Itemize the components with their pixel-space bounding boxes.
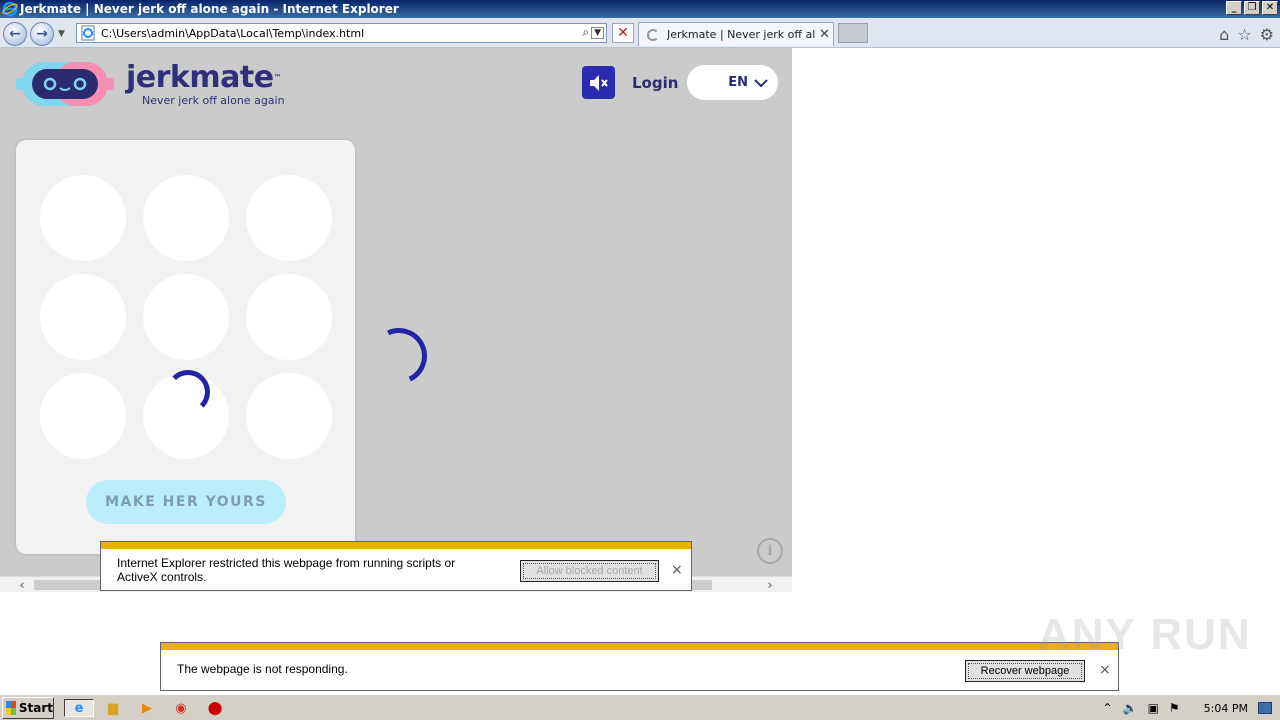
tab-close-icon[interactable]: ✕ [819,27,830,42]
show-desktop-icon[interactable] [1258,702,1272,714]
page-viewport: jerkmate™ Never jerk off alone again Log… [0,48,792,576]
avatar-grid-card: MAKE HER YOURS [16,140,355,554]
minimize-button[interactable]: _ [1226,1,1242,15]
taskbar-folder-icon[interactable]: ▆ [102,699,124,717]
tab-label: Jerkmate | Never jerk off alo... [667,28,815,41]
allow-blocked-content-button[interactable]: Allow blocked content [520,560,659,582]
search-icon[interactable]: ⌕ [582,25,589,40]
loading-spinner-large [363,320,435,392]
logo-wordmark: jerkmate™ [126,59,282,95]
infobar-message: Internet Explorer restricted this webpag… [117,556,456,584]
taskbar-media-player-icon[interactable]: ▶ [136,699,158,717]
taskbar: Start e ▆ ▶ ◉ ⬤ ⌃ 🔈 ▣ ⚑ 5:04 PM [0,694,1280,720]
avatar-placeholder[interactable] [40,373,126,459]
clock[interactable]: 5:04 PM [1204,702,1248,715]
window-titlebar: Jerkmate | Never jerk off alone again - … [0,0,1280,18]
stop-button[interactable]: ✕ [612,23,634,43]
login-link[interactable]: Login [632,74,678,92]
not-responding-infobar: The webpage is not responding. Recover w… [160,642,1119,691]
arrow-left-icon: ← [9,26,21,42]
taskbar-ie-icon[interactable]: e [64,699,94,717]
logo-tagline: Never jerk off alone again [142,93,285,107]
info-icon[interactable]: i [757,538,783,564]
robot-mascot-icon [16,62,114,106]
home-icon[interactable]: ⌂ [1219,25,1229,44]
chevron-down-icon [754,78,768,87]
start-label: Start [18,701,53,715]
infobar-close-icon[interactable]: × [1099,662,1111,678]
browser-navbar: ← → ▼ C:\Users\admin\AppData\Local\Temp\… [0,18,1280,48]
windows-logo-icon [6,701,16,715]
blank-area [792,48,1280,592]
language-selector[interactable]: EN [687,65,778,100]
avatar-placeholder[interactable] [40,274,126,360]
ie-page-icon [81,25,95,41]
new-tab-button[interactable] [838,23,868,43]
tray-expand-icon[interactable]: ⌃ [1103,701,1113,715]
avatar-placeholder[interactable] [246,274,332,360]
site-logo[interactable]: jerkmate™ Never jerk off alone again [14,58,285,110]
taskbar-chrome-icon[interactable]: ◉ [170,699,192,717]
restore-button[interactable]: ❐ [1244,1,1260,15]
loading-icon [647,28,659,41]
speaker-muted-icon [589,74,608,91]
avatar-placeholder[interactable] [40,175,126,261]
network-icon[interactable]: ▣ [1148,701,1159,715]
system-tray: ⌃ 🔈 ▣ ⚑ 5:04 PM [1095,697,1280,719]
watermark-logo: ANY RUN [1038,610,1252,659]
back-button[interactable]: ← [3,22,27,46]
make-her-yours-button[interactable]: MAKE HER YOURS [86,480,286,524]
forward-button[interactable]: → [30,22,54,46]
address-dropdown-icon[interactable]: ▼ [591,26,604,39]
action-center-flag-icon[interactable]: ⚑ [1169,701,1180,715]
settings-gear-icon[interactable]: ⚙ [1260,25,1274,44]
language-label: EN [728,75,748,90]
address-bar[interactable]: C:\Users\admin\AppData\Local\Temp\index.… [76,23,607,43]
scroll-right-icon[interactable]: › [762,577,778,593]
favorites-star-icon[interactable]: ☆ [1237,25,1251,44]
volume-icon[interactable]: 🔈 [1123,701,1138,715]
arrow-right-icon: → [36,26,48,42]
avatar-placeholder[interactable] [246,175,332,261]
infobar-message: The webpage is not responding. [177,662,348,676]
start-button[interactable]: Start [2,697,54,719]
taskbar-stop-icon[interactable]: ⬤ [204,699,226,717]
ie-logo-icon [2,1,18,17]
close-window-button[interactable]: ✕ [1262,1,1278,15]
script-blocked-infobar: Internet Explorer restricted this webpag… [100,541,692,591]
avatar-placeholder[interactable] [246,373,332,459]
window-title: Jerkmate | Never jerk off alone again - … [20,2,399,16]
avatar-placeholder[interactable] [143,274,229,360]
infobar-close-icon[interactable]: × [671,562,683,578]
infobar-stripe [101,542,691,549]
loading-spinner-small [166,370,210,414]
infobar-stripe [161,643,1118,650]
tab-jerkmate[interactable]: Jerkmate | Never jerk off alo... ✕ [638,22,834,46]
avatar-placeholder[interactable] [143,175,229,261]
mute-button[interactable] [582,66,615,99]
recover-webpage-button[interactable]: Recover webpage [965,660,1085,682]
scroll-left-icon[interactable]: ‹ [14,577,30,593]
address-url[interactable]: C:\Users\admin\AppData\Local\Temp\index.… [101,27,364,40]
history-dropdown-icon[interactable]: ▼ [58,29,65,39]
